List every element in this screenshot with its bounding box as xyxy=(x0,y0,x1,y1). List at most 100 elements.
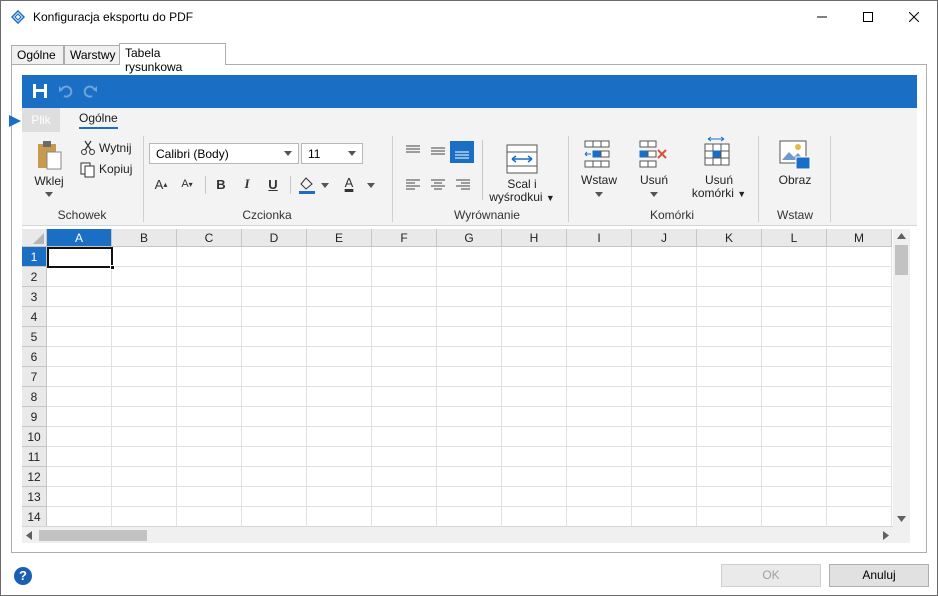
delete-cells-label-line2: komórki ▼ xyxy=(686,187,752,201)
select-all-corner[interactable] xyxy=(22,229,47,247)
row-header[interactable]: 12 xyxy=(22,467,47,487)
column-header[interactable]: G xyxy=(437,229,502,247)
font-size-select[interactable]: 11 xyxy=(301,143,363,164)
active-cell[interactable] xyxy=(47,247,115,270)
row-header[interactable]: 4 xyxy=(22,307,47,327)
italic-button[interactable]: I xyxy=(238,175,256,193)
bold-button[interactable]: B xyxy=(212,175,230,193)
cut-button[interactable]: Wytnij xyxy=(99,142,132,155)
column-header[interactable]: L xyxy=(762,229,827,247)
align-center-icon[interactable] xyxy=(430,178,446,192)
fill-color-dropdown-icon[interactable] xyxy=(321,183,329,188)
vertical-scrollbar[interactable] xyxy=(893,229,910,526)
chevron-down-icon: ▼ xyxy=(545,193,555,203)
fill-handle[interactable] xyxy=(110,265,115,270)
column-header[interactable]: J xyxy=(632,229,697,247)
align-right-icon[interactable] xyxy=(455,178,471,192)
column-header[interactable]: K xyxy=(697,229,762,247)
row-header[interactable]: 8 xyxy=(22,387,47,407)
row-header[interactable]: 7 xyxy=(22,367,47,387)
column-header[interactable]: M xyxy=(827,229,892,247)
ok-button[interactable]: OK xyxy=(721,564,821,587)
delete-cells-grid-icon xyxy=(704,136,730,166)
minimize-icon xyxy=(817,16,827,18)
column-header[interactable]: E xyxy=(307,229,372,247)
row-header[interactable]: 10 xyxy=(22,427,47,447)
row-header[interactable]: 11 xyxy=(22,447,47,467)
tab-general[interactable]: Ogólne xyxy=(11,45,64,65)
save-icon[interactable] xyxy=(32,83,48,99)
spreadsheet-grid[interactable]: A B C D E F G H I J K L M 1 2 3 4 5 6 7 8 9 10 11 12 13 14 xyxy=(22,229,917,526)
font-color-button[interactable]: A xyxy=(340,173,358,191)
underline-button[interactable]: U xyxy=(264,175,282,193)
grid-row-line xyxy=(47,286,892,287)
row-header[interactable]: 5 xyxy=(22,327,47,347)
delete-button[interactable]: Usuń xyxy=(635,174,673,187)
tab-layers[interactable]: Warstwy xyxy=(64,45,120,65)
vertical-scroll-thumb[interactable] xyxy=(895,245,908,275)
ribbon-tab-home[interactable]: Ogólne xyxy=(79,111,118,129)
grid-row-line xyxy=(47,346,892,347)
increase-font-icon[interactable]: A ▴ xyxy=(152,175,170,193)
insert-dropdown-icon[interactable] xyxy=(595,192,603,197)
delete-dropdown-icon[interactable] xyxy=(650,192,658,197)
file-tab-pointer-icon xyxy=(9,115,21,127)
paste-dropdown-icon[interactable] xyxy=(45,192,53,197)
cancel-button[interactable]: Anuluj xyxy=(829,564,929,587)
close-button[interactable] xyxy=(891,1,937,33)
column-header[interactable]: H xyxy=(502,229,567,247)
merge-center-button[interactable]: Scal i wyśrodkui ▼ xyxy=(488,178,556,205)
font-size-value: 11 xyxy=(308,147,321,161)
column-header[interactable]: D xyxy=(242,229,307,247)
group-label-font: Czcionka xyxy=(242,208,292,222)
align-top-icon[interactable] xyxy=(405,144,421,158)
column-header[interactable]: F xyxy=(372,229,437,247)
tab-panel: Plik Ogólne Wklej Wytnij Kopiuj Schowek xyxy=(11,64,927,553)
font-family-value: Calibri (Body) xyxy=(156,147,229,161)
scroll-down-icon[interactable] xyxy=(897,516,906,522)
row-header[interactable]: 3 xyxy=(22,287,47,307)
row-header[interactable]: 1 xyxy=(22,247,47,267)
redo-icon[interactable] xyxy=(82,83,98,99)
column-header[interactable]: A xyxy=(47,229,112,247)
tab-drawing-table[interactable]: Tabela rysunkowa xyxy=(119,43,226,74)
fill-color-icon[interactable] xyxy=(298,175,316,195)
horizontal-scrollbar[interactable] xyxy=(22,526,893,543)
scroll-right-icon[interactable] xyxy=(883,531,889,540)
decrease-font-icon[interactable]: A ▾ xyxy=(178,175,196,193)
row-header[interactable]: 14 xyxy=(22,507,47,526)
align-bottom-button[interactable] xyxy=(450,141,474,163)
paste-button[interactable]: Wklej xyxy=(34,175,64,188)
align-left-icon[interactable] xyxy=(405,178,421,192)
help-icon[interactable]: ? xyxy=(14,567,32,585)
column-header[interactable]: I xyxy=(567,229,632,247)
grid-row-line xyxy=(47,266,892,267)
group-label-insert: Wstaw xyxy=(777,208,813,222)
row-header[interactable]: 13 xyxy=(22,487,47,507)
row-header[interactable]: 9 xyxy=(22,407,47,427)
delete-cells-button[interactable]: Usuń komórki ▼ xyxy=(686,174,752,201)
scroll-up-icon[interactable] xyxy=(897,233,906,239)
insert-cells-button[interactable]: Wstaw xyxy=(580,174,618,187)
undo-icon[interactable] xyxy=(58,83,74,99)
minimize-button[interactable] xyxy=(799,1,845,33)
row-header[interactable]: 6 xyxy=(22,347,47,367)
insert-image-button[interactable]: Obraz xyxy=(772,174,818,187)
row-header[interactable]: 2 xyxy=(22,267,47,287)
scrollbar-corner xyxy=(893,526,910,543)
column-header[interactable]: B xyxy=(112,229,177,247)
ribbon-tab-file[interactable]: Plik xyxy=(22,108,60,132)
group-label-alignment: Wyrównanie xyxy=(454,208,520,222)
chevron-down-icon xyxy=(348,151,356,156)
scroll-left-icon[interactable] xyxy=(26,531,32,540)
align-middle-icon[interactable] xyxy=(430,144,446,158)
maximize-icon xyxy=(863,12,873,22)
copy-button[interactable]: Kopiuj xyxy=(99,163,132,176)
delete-cells-icon xyxy=(639,140,667,168)
maximize-button[interactable] xyxy=(845,1,891,33)
column-header[interactable]: C xyxy=(177,229,242,247)
horizontal-scroll-thumb[interactable] xyxy=(39,530,147,541)
font-color-dropdown-icon[interactable] xyxy=(367,183,375,188)
font-family-select[interactable]: Calibri (Body) xyxy=(149,143,299,164)
toolbar-separator xyxy=(482,140,483,200)
